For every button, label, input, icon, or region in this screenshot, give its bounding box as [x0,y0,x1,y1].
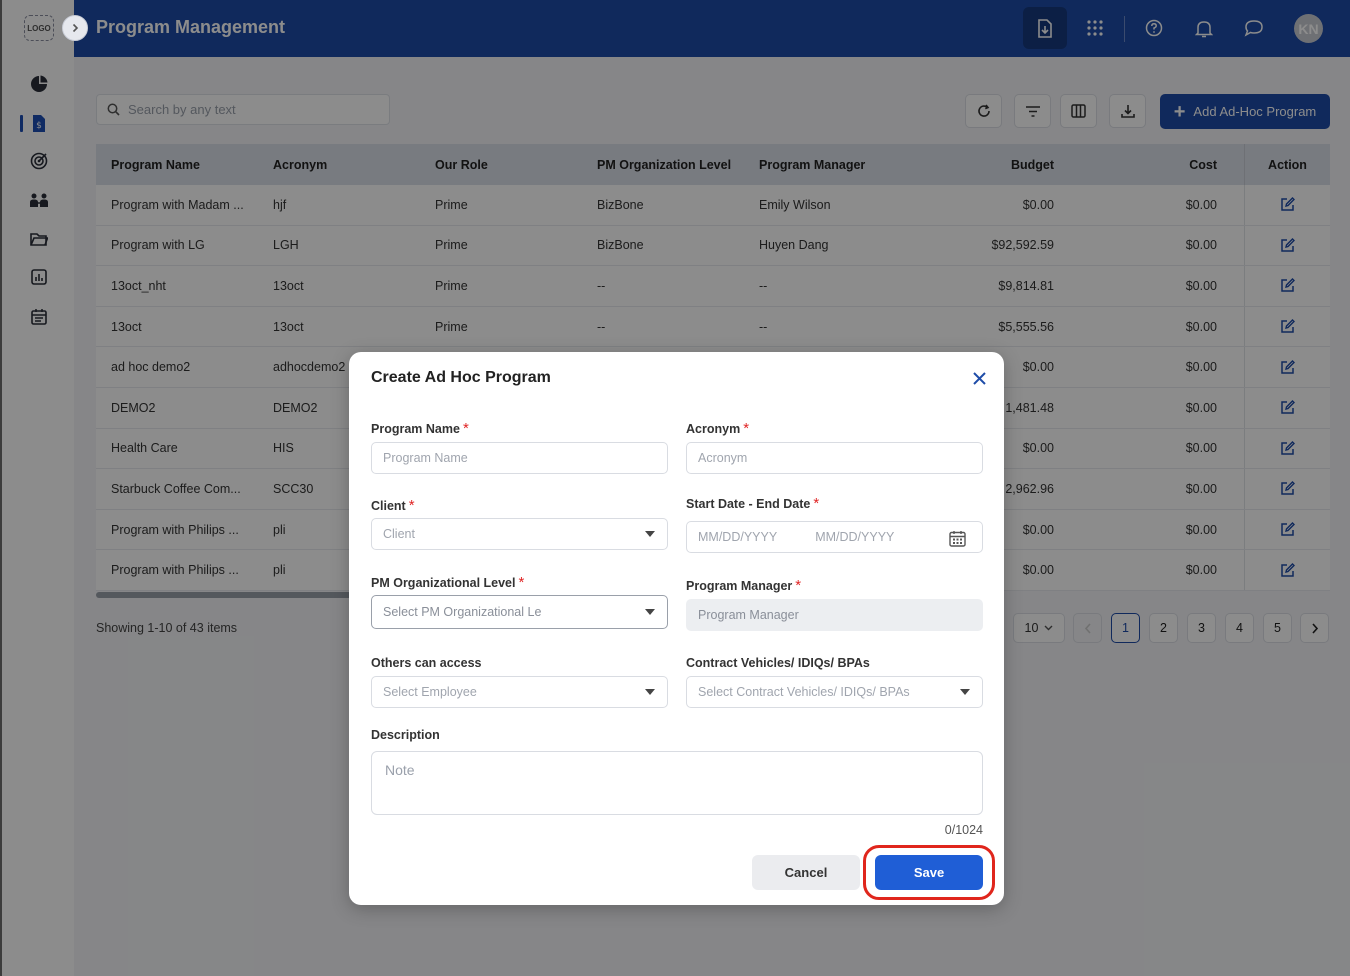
description-label: Description [371,728,440,742]
client-select[interactable]: Client [371,518,668,550]
character-counter: 0/1024 [944,823,983,837]
end-date-input[interactable]: MM/DD/YYYY [815,530,894,544]
start-date-input[interactable]: MM/DD/YYYY [698,530,777,544]
save-button[interactable]: Save [875,855,983,890]
pm-level-label: PM Organizational Level * [371,574,525,591]
description-textarea[interactable]: Note [371,751,983,815]
contract-vehicles-select[interactable]: Select Contract Vehicles/ IDIQs/ BPAs [686,676,983,708]
chevron-right-icon [72,23,79,33]
cancel-button[interactable]: Cancel [752,855,860,890]
employee-select[interactable]: Select Employee [371,676,668,708]
create-adhoc-program-dialog: Create Ad Hoc Program Program Name * Prog… [349,352,1004,905]
others-access-label: Others can access [371,656,482,670]
program-manager-field: Program Manager [686,599,983,631]
program-manager-label: Program Manager * [686,577,802,594]
close-icon [972,371,986,385]
pm-level-select[interactable]: Select PM Organizational Le [371,595,668,629]
acronym-field[interactable]: Acronym [686,442,983,474]
program-name-label: Program Name * [371,420,469,437]
calendar-icon[interactable] [949,530,966,547]
date-range-label: Start Date - End Date * [686,495,820,512]
date-range-picker[interactable]: MM/DD/YYYY MM/DD/YYYY [686,521,983,553]
required-mark: * [795,577,802,594]
dialog-title: Create Ad Hoc Program [371,369,551,386]
dropdown-caret-icon [645,689,655,695]
required-mark: * [518,574,525,591]
window-edge [0,0,2,976]
dropdown-caret-icon [960,689,970,695]
required-mark: * [743,420,750,437]
dropdown-caret-icon [645,609,655,615]
sidebar-expand-button[interactable] [62,15,88,41]
program-name-field[interactable]: Program Name [371,442,668,474]
close-button[interactable] [970,369,988,387]
acronym-label: Acronym * [686,420,750,437]
client-label: Client * [371,497,415,514]
contract-vehicles-label: Contract Vehicles/ IDIQs/ BPAs [686,656,870,670]
dropdown-caret-icon [645,531,655,537]
required-mark: * [408,497,415,514]
required-mark: * [813,495,820,512]
required-mark: * [462,420,469,437]
